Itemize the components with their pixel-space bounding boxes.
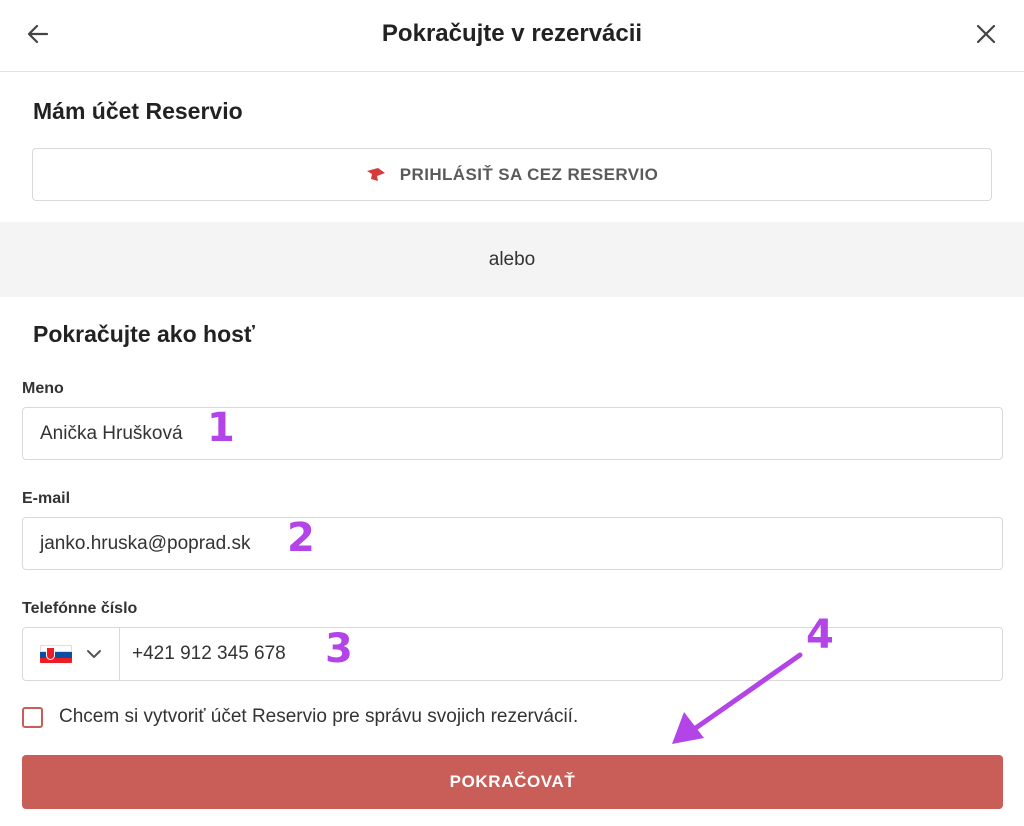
modal-header: Pokračujte v rezervácii	[0, 0, 1024, 72]
create-account-checkbox[interactable]	[22, 706, 43, 728]
name-label: Meno	[22, 380, 64, 397]
annotation-2: 2	[287, 515, 315, 561]
guest-section-title: Pokračujte ako hosť	[33, 321, 255, 347]
country-code-select[interactable]	[23, 628, 120, 680]
create-account-row[interactable]: Chcem si vytvoriť účet Reservio pre sprá…	[22, 706, 578, 728]
continue-button[interactable]: POKRAČOVAŤ	[22, 755, 1003, 809]
email-input[interactable]: janko.hruska@poprad.sk	[22, 517, 1003, 570]
modal-title: Pokračujte v rezervácii	[381, 20, 643, 47]
continue-button-label: POKRAČOVAŤ	[449, 772, 576, 791]
create-account-label: Chcem si vytvoriť účet Reservio pre sprá…	[59, 706, 579, 727]
reservio-login-button[interactable]: PRIHLÁSIŤ SA CEZ RESERVIO	[32, 148, 992, 201]
slovakia-flag-icon	[40, 645, 72, 663]
email-input-value: janko.hruska@poprad.sk	[40, 532, 251, 554]
chevron-down-icon	[87, 650, 101, 658]
close-button[interactable]	[970, 18, 1002, 50]
reservio-login-label: PRIHLÁSIŤ SA CEZ RESERVIO	[399, 164, 659, 184]
name-input-value: Anička Hrušková	[40, 422, 183, 444]
account-section-title: Mám účet Reservio	[33, 98, 243, 124]
or-divider-text: alebo	[488, 248, 536, 270]
annotation-1: 1	[207, 405, 235, 451]
close-icon	[976, 24, 996, 44]
phone-field: +421 912 345 678	[22, 627, 1003, 681]
name-input[interactable]: Anička Hrušková	[22, 407, 1003, 460]
reservio-logo-icon	[366, 167, 385, 181]
annotation-3: 3	[325, 626, 353, 672]
phone-input[interactable]: +421 912 345 678	[120, 628, 1002, 680]
annotation-4: 4	[806, 612, 834, 658]
phone-label: Telefónne číslo	[22, 600, 138, 617]
phone-input-value: +421 912 345 678	[132, 643, 286, 664]
or-divider: alebo	[0, 222, 1024, 297]
email-label: E-mail	[22, 490, 71, 507]
